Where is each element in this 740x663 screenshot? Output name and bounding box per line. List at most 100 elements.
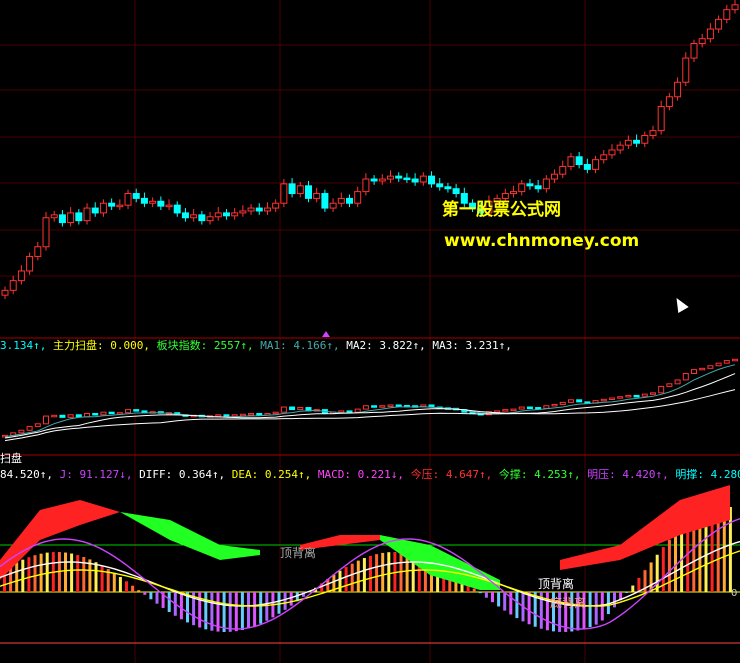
sector-candle <box>34 423 41 427</box>
sector-candle <box>633 394 640 398</box>
header-value: DEA: 0.254↑, <box>225 468 312 481</box>
candle-body <box>567 156 575 167</box>
ma-line <box>4 373 736 439</box>
candle-body <box>641 134 649 144</box>
indicator-bar-positive <box>76 555 80 592</box>
candle-body <box>649 130 657 136</box>
indicator-bar-positive <box>674 532 677 592</box>
candle-body <box>592 159 600 170</box>
indicator-bar-positive <box>33 555 37 592</box>
sector-candle <box>297 407 304 411</box>
sector-candle <box>707 365 714 369</box>
candle-body <box>370 178 378 182</box>
sector-candle <box>92 412 99 416</box>
header-value: 今撑: 4.253↑, <box>492 468 581 481</box>
header-value: J: 91.127↓, <box>52 468 133 481</box>
header-value: DIFF: 0.364↑, <box>132 468 226 481</box>
sector-candle <box>125 409 132 414</box>
sector-candle <box>625 394 632 398</box>
header-value: 板块指数: 2557↑, <box>149 339 254 352</box>
indicator-bar-negative <box>509 592 513 615</box>
header-value: 84.520↑, <box>0 468 53 481</box>
sector-candle <box>75 414 82 418</box>
sector-candle <box>608 397 615 400</box>
indicator-bar-negative <box>484 592 488 598</box>
annotation-top-divergence-2: 顶背离 <box>538 577 575 591</box>
indicator-bar-positive <box>381 552 385 592</box>
sector-candle <box>59 414 66 418</box>
candle-body <box>75 212 83 222</box>
sector-candle <box>26 425 33 431</box>
sector-candle <box>354 408 361 413</box>
candle-body <box>444 186 452 190</box>
indicator-bar-positive <box>137 590 141 592</box>
indicator-bar-negative <box>625 592 629 593</box>
candle-body <box>247 207 255 212</box>
candle-body <box>239 210 247 214</box>
indicator-bar-positive <box>655 554 659 592</box>
candle-body <box>583 164 591 170</box>
indicator-bar-positive <box>131 585 135 592</box>
candle-body <box>34 246 42 257</box>
candle-body <box>723 9 731 20</box>
candle-body <box>124 193 132 206</box>
sector-candle <box>362 405 369 410</box>
indicator-bar-positive <box>667 539 671 592</box>
candle-body <box>682 57 690 83</box>
sector-candle <box>43 415 50 425</box>
panel-divider-marker-icon <box>322 331 330 337</box>
sector-candle <box>239 413 246 417</box>
sector-candle <box>518 406 525 410</box>
header-value: 主力扫盘: 0.000, <box>46 339 150 352</box>
indicator-bar-positive <box>338 570 342 592</box>
candle-body <box>395 175 403 179</box>
indicator-bar-negative <box>289 592 293 606</box>
candle-body <box>50 214 58 219</box>
candle-body <box>116 204 124 208</box>
header-value: 今压: 4.647↑, <box>404 468 493 481</box>
chart-canvas[interactable] <box>0 0 740 663</box>
candle-body <box>715 18 723 30</box>
sector-candle <box>395 404 402 407</box>
candle-body <box>345 197 353 204</box>
candle-body <box>91 207 99 214</box>
candle-body <box>419 175 427 183</box>
sector-candle <box>600 398 607 402</box>
indicator-panel-prefix: 扫盘 <box>0 452 22 465</box>
candle-body <box>313 193 321 199</box>
indicator-bar-positive <box>45 552 49 592</box>
indicator-bar-positive <box>27 557 31 592</box>
indicator-bar-positive <box>362 558 366 592</box>
sector-candle <box>699 367 706 371</box>
indicator-bar-negative <box>228 592 232 632</box>
candle-body <box>600 154 608 161</box>
header-value: MA2: 3.822↑, <box>339 339 426 352</box>
sector-candle <box>649 392 656 395</box>
candle-body <box>263 207 271 212</box>
candle-body <box>575 156 583 166</box>
candle-body <box>58 214 66 224</box>
candle-body <box>337 197 345 204</box>
candle-body <box>542 178 550 190</box>
indicator-bar-negative <box>478 592 482 594</box>
candle-body <box>731 4 739 11</box>
sector-candle <box>715 362 722 367</box>
candle-body <box>9 280 17 291</box>
indicator-bar-positive <box>344 567 348 592</box>
sector-candle <box>535 407 542 410</box>
candle-body <box>99 202 107 214</box>
sector-candle <box>272 411 279 415</box>
candle-body <box>526 183 534 187</box>
indicator-bar-negative <box>503 592 507 611</box>
sector-candle <box>576 399 583 403</box>
candle-body <box>83 207 91 222</box>
sector-candle <box>658 385 665 394</box>
indicator-bar-negative <box>167 592 171 612</box>
candle-body <box>411 178 419 183</box>
header-value: 明撑: 4.280↑, <box>675 468 740 481</box>
candle-body <box>665 96 673 107</box>
indicator-bar-positive <box>118 576 122 592</box>
indicator-bar-negative <box>143 592 147 595</box>
candle-body <box>198 214 206 222</box>
candle-body <box>624 139 632 146</box>
